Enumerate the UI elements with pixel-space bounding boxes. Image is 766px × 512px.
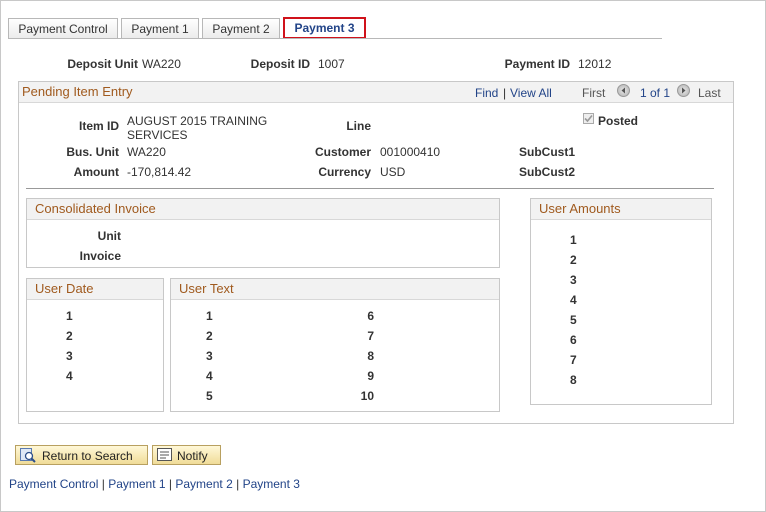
- tab-payment-control[interactable]: Payment Control: [8, 18, 118, 38]
- return-to-search-label: Return to Search: [42, 449, 133, 463]
- last-label[interactable]: Last: [698, 86, 721, 100]
- user-amount-row-2: 2: [570, 253, 577, 267]
- user-amounts-panel: User Amounts: [530, 198, 712, 405]
- find-separator: |: [503, 86, 507, 100]
- user-text-panel: User Text: [170, 278, 500, 412]
- deposit-unit-label: Deposit Unit: [67, 57, 138, 71]
- footer-link-payment-2[interactable]: Payment 2: [175, 477, 232, 491]
- tab-underline: [8, 38, 662, 39]
- customer-label: Customer: [314, 145, 371, 159]
- tab-payment-3[interactable]: Payment 3: [283, 17, 366, 39]
- footer-separator: |: [101, 477, 105, 491]
- user-text-row-4: 4: [206, 369, 213, 383]
- footer-separator: |: [168, 477, 173, 491]
- user-amount-row-1: 1: [570, 233, 577, 247]
- return-to-search-icon: [20, 448, 36, 463]
- find-link[interactable]: Find: [475, 86, 498, 100]
- return-to-search-button[interactable]: Return to Search: [15, 445, 148, 465]
- user-text-title: User Text: [171, 279, 499, 300]
- user-date-panel: User Date: [26, 278, 164, 412]
- amount-value: -170,814.42: [127, 165, 192, 179]
- currency-value: USD: [380, 165, 406, 179]
- user-amount-row-7: 7: [570, 353, 577, 367]
- user-text-row-5: 5: [206, 389, 213, 403]
- user-text-row-1: 1: [206, 309, 213, 323]
- user-date-row-2: 2: [66, 329, 73, 343]
- unit-label: Unit: [97, 229, 121, 243]
- payment-id-value: 12012: [578, 57, 612, 71]
- user-date-row-4: 4: [66, 369, 73, 383]
- tab-payment-2[interactable]: Payment 2: [202, 18, 280, 38]
- footer-link-payment-1[interactable]: Payment 1: [108, 477, 165, 491]
- payment-id-label: Payment ID: [504, 57, 570, 71]
- user-amount-row-4: 4: [570, 293, 577, 307]
- user-date-row-1: 1: [66, 309, 73, 323]
- footer-link-payment-3[interactable]: Payment 3: [243, 477, 300, 491]
- footer-link-payment-control[interactable]: Payment Control: [9, 477, 98, 491]
- footer-links: Payment Control | Payment 1 | Payment 2 …: [9, 477, 300, 491]
- customer-value: 001000410: [380, 145, 441, 159]
- previous-icon[interactable]: [617, 84, 630, 97]
- user-text-row-7: 7: [367, 329, 374, 343]
- tab-payment-1[interactable]: Payment 1: [121, 18, 199, 38]
- user-text-row-3: 3: [206, 349, 213, 363]
- notify-label: Notify: [177, 449, 208, 463]
- user-amount-row-3: 3: [570, 273, 577, 287]
- line-label: Line: [346, 119, 371, 133]
- user-text-row-6: 6: [367, 309, 374, 323]
- footer-separator: |: [236, 477, 240, 491]
- deposit-id-value: 1007: [318, 57, 345, 71]
- item-id-value-line2: SERVICES: [127, 128, 188, 142]
- next-icon[interactable]: [677, 84, 690, 97]
- deposit-unit-value: WA220: [142, 57, 181, 71]
- notify-icon: [157, 448, 172, 461]
- consolidated-invoice-title: Consolidated Invoice: [27, 199, 499, 220]
- user-amount-row-5: 5: [570, 313, 577, 327]
- posted-checkbox: [583, 113, 594, 124]
- user-text-row-2: 2: [206, 329, 213, 343]
- view-all-link[interactable]: View All: [510, 86, 552, 100]
- user-amounts-title: User Amounts: [531, 199, 711, 220]
- user-text-row-9: 9: [367, 369, 374, 383]
- item-id-label: Item ID: [78, 119, 119, 133]
- notify-button[interactable]: Notify: [152, 445, 221, 465]
- section-divider: [26, 188, 714, 189]
- user-text-row-10: 10: [360, 389, 374, 403]
- user-amount-row-8: 8: [570, 373, 577, 387]
- invoice-label: Invoice: [79, 249, 121, 263]
- user-date-title: User Date: [27, 279, 163, 300]
- subcust2-label: SubCust2: [518, 165, 575, 179]
- first-label[interactable]: First: [582, 86, 605, 100]
- subcust1-label: SubCust1: [518, 145, 575, 159]
- bus-unit-label: Bus. Unit: [66, 145, 119, 159]
- item-id-value-line1: AUGUST 2015 TRAINING: [127, 114, 268, 128]
- user-amount-row-6: 6: [570, 333, 577, 347]
- amount-label: Amount: [73, 165, 119, 179]
- user-text-row-8: 8: [367, 349, 374, 363]
- posted-label: Posted: [598, 114, 639, 128]
- currency-label: Currency: [318, 165, 371, 179]
- bus-unit-value: WA220: [127, 145, 166, 159]
- deposit-id-label: Deposit ID: [250, 57, 310, 71]
- user-date-row-3: 3: [66, 349, 73, 363]
- row-counter: 1 of 1: [640, 86, 671, 100]
